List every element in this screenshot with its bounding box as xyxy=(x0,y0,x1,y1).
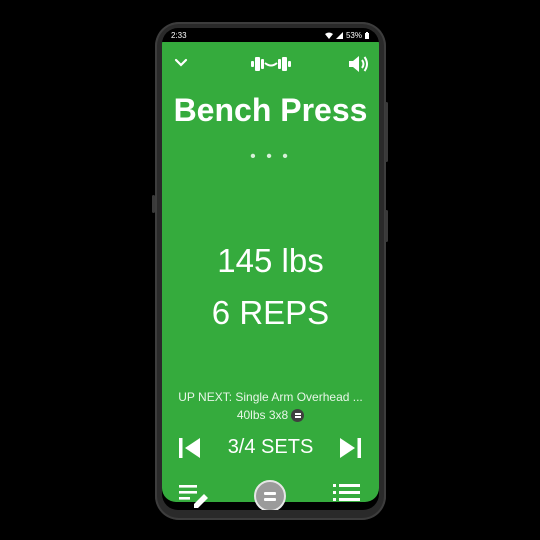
next-set-icon[interactable] xyxy=(336,436,364,460)
volume-icon[interactable] xyxy=(348,54,370,74)
status-indicators: 53% xyxy=(324,31,369,40)
phone-screen: 2:33 53% Bench Press • • • 145 lbs 6 REP… xyxy=(162,28,379,510)
menu-badge-icon xyxy=(291,408,305,422)
chevron-down-icon[interactable] xyxy=(174,58,188,68)
edit-list-icon[interactable] xyxy=(178,482,210,508)
battery-icon xyxy=(365,32,369,39)
status-time: 2:33 xyxy=(171,31,187,40)
power-side-button xyxy=(385,210,388,242)
status-bar: 2:33 53% xyxy=(162,28,379,42)
volume-side-button xyxy=(385,102,388,162)
weight-value: 145 lbs xyxy=(217,242,324,279)
menu-button-icon[interactable] xyxy=(254,480,286,510)
battery-percent: 53% xyxy=(345,31,362,40)
signal-icon xyxy=(335,32,343,39)
dumbbell-icon xyxy=(251,57,291,71)
wifi-icon xyxy=(324,32,333,39)
reps-value: 6 REPS xyxy=(211,294,330,331)
up-next-label[interactable]: UP NEXT: Single Arm Overhead ... xyxy=(162,390,379,404)
workout-screen: Bench Press • • • 145 lbs 6 REPS UP NEXT… xyxy=(162,42,379,510)
exercise-title: Bench Press xyxy=(173,92,368,128)
up-next-detail-text: 40lbs 3x8 xyxy=(236,408,289,422)
list-icon[interactable] xyxy=(332,482,362,504)
left-side-button xyxy=(152,195,155,213)
more-options-button[interactable]: • • • xyxy=(162,148,379,166)
up-next-detail[interactable]: 40lbs 3x8 xyxy=(162,408,379,422)
